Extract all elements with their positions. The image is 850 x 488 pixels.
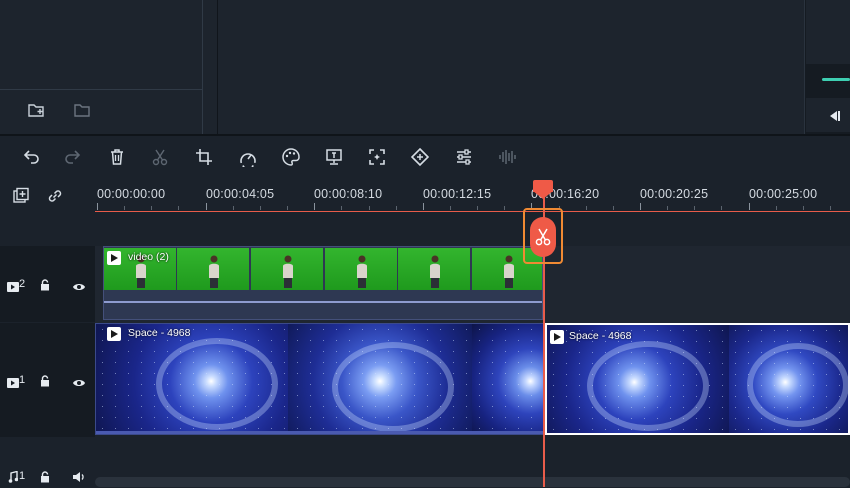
ruler-tick-minor [449, 206, 451, 210]
timecode-label: 00:00:04:05 [206, 187, 275, 201]
ruler-tick-minor [612, 206, 614, 210]
ruler-tick-minor [721, 206, 723, 210]
speed-icon[interactable] [238, 147, 258, 167]
ruler-tick-minor [368, 206, 370, 210]
clip-bottom-bar [96, 431, 543, 434]
music-note-icon [8, 470, 19, 483]
ruler-tick-major [422, 203, 424, 210]
timecode-label: 00:00:12:15 [423, 187, 492, 201]
playhead-pointer [533, 191, 553, 199]
ruler-tick-minor [341, 206, 343, 210]
ruler-tick-minor [830, 206, 832, 210]
video-track-icon [7, 279, 19, 292]
redo-icon[interactable] [63, 147, 83, 167]
media-panel-scroll-divider [202, 0, 203, 134]
eye-icon[interactable] [72, 375, 86, 386]
ruler-tick-major [314, 203, 316, 210]
new-folder-icon[interactable] [27, 101, 45, 119]
add-track-icon[interactable] [12, 187, 30, 205]
timecode-label: 00:00:08:10 [314, 187, 383, 201]
delete-icon[interactable] [107, 147, 127, 167]
color-palette-icon[interactable] [281, 147, 301, 167]
person-figure [281, 254, 295, 288]
clip-title: Space - 4968 [569, 330, 632, 342]
ruler-tick-minor [124, 206, 126, 210]
video-track-icon [7, 375, 19, 388]
clip-title: video (2) [128, 251, 169, 263]
lock-icon[interactable] [40, 374, 50, 387]
ruler-tick-minor [694, 206, 696, 210]
lock-icon[interactable] [40, 278, 50, 291]
ruler-tick-minor [802, 206, 804, 210]
media-panel-divider [0, 89, 202, 90]
track-number: 1 [19, 374, 26, 386]
empty-lane [95, 212, 850, 246]
adjust-icon[interactable] [454, 147, 474, 167]
stabilize-icon[interactable] [367, 147, 387, 167]
clip-play-icon [107, 251, 121, 265]
ruler-tick-minor [287, 206, 289, 210]
track-number: 2 [19, 278, 26, 290]
preview-panel [218, 0, 804, 134]
ruler-tick-minor [504, 206, 506, 210]
ruler-tick-major [748, 203, 750, 210]
ruler-tick-minor [395, 206, 397, 210]
prev-frame-icon[interactable] [827, 109, 841, 121]
person-figure [428, 254, 442, 288]
lock-icon[interactable] [40, 470, 50, 483]
keyframe-icon[interactable] [410, 147, 430, 167]
timeline-scrollbar[interactable] [95, 477, 850, 487]
track-number: 1 [19, 470, 26, 482]
speaker-icon[interactable] [72, 470, 86, 482]
person-figure [355, 254, 369, 288]
ruler-tick-minor [585, 206, 587, 210]
ruler-tick-minor [232, 206, 234, 210]
ruler-tick-minor [477, 206, 479, 210]
player-screen [806, 0, 850, 64]
scissors-icon [535, 228, 551, 246]
timecode-label: 00:00:20:25 [640, 187, 709, 201]
clip-audio-line [104, 301, 542, 303]
ruler-tick-major [205, 203, 207, 210]
undo-icon[interactable] [21, 147, 41, 167]
ruler-tick-minor [178, 206, 180, 210]
person-figure [502, 254, 516, 288]
space-clip-left[interactable] [95, 323, 544, 435]
link-icon[interactable] [46, 187, 64, 205]
ruler-tick-minor [667, 206, 669, 210]
crop-icon[interactable] [194, 147, 214, 167]
green-screen-icon[interactable] [324, 147, 344, 167]
ruler-tick-minor [259, 206, 261, 210]
ruler-tick-major [97, 203, 98, 210]
audio-wave-icon[interactable] [497, 147, 517, 167]
ruler-tick-minor [151, 206, 153, 210]
timecode-label: 00:00:00:00 [97, 187, 166, 201]
ruler-tick-major [640, 203, 641, 210]
clip-play-icon [550, 330, 564, 344]
timecode-label: 00:00:25:00 [749, 187, 818, 201]
split-button[interactable] [530, 217, 556, 257]
person-figure [207, 254, 221, 288]
ruler-tick-minor [775, 206, 777, 210]
eye-icon[interactable] [72, 279, 86, 290]
volume-indicator [822, 78, 850, 81]
clip-play-icon [107, 327, 121, 341]
cut-icon[interactable] [150, 147, 170, 167]
folder-icon[interactable] [73, 101, 91, 119]
clip-title: Space - 4968 [128, 327, 191, 339]
